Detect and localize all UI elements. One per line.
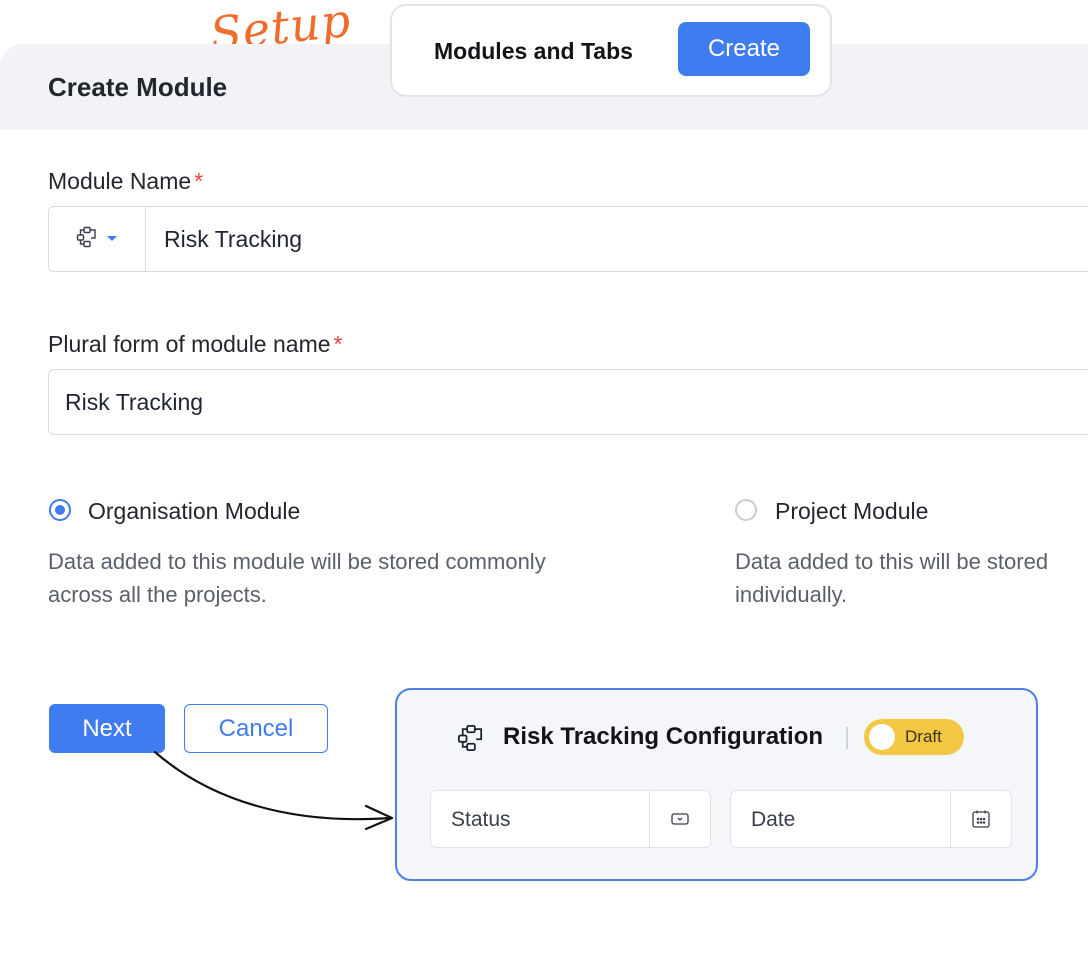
configuration-card: Risk Tracking Configuration Draft Status…	[395, 688, 1038, 881]
dropdown-box-icon[interactable]	[649, 791, 710, 847]
draft-toggle[interactable]: Draft	[864, 719, 964, 755]
status-field[interactable]: Status	[430, 790, 711, 848]
toggle-knob	[869, 724, 895, 750]
date-field[interactable]: Date	[730, 790, 1012, 848]
calendar-icon[interactable]	[950, 791, 1011, 847]
draft-status-label: Draft	[905, 727, 942, 746]
module-flow-icon	[457, 724, 485, 757]
configuration-title: Risk Tracking Configuration	[503, 723, 824, 750]
date-field-label: Date	[751, 808, 796, 831]
divider	[846, 727, 848, 749]
status-field-label: Status	[451, 808, 511, 831]
